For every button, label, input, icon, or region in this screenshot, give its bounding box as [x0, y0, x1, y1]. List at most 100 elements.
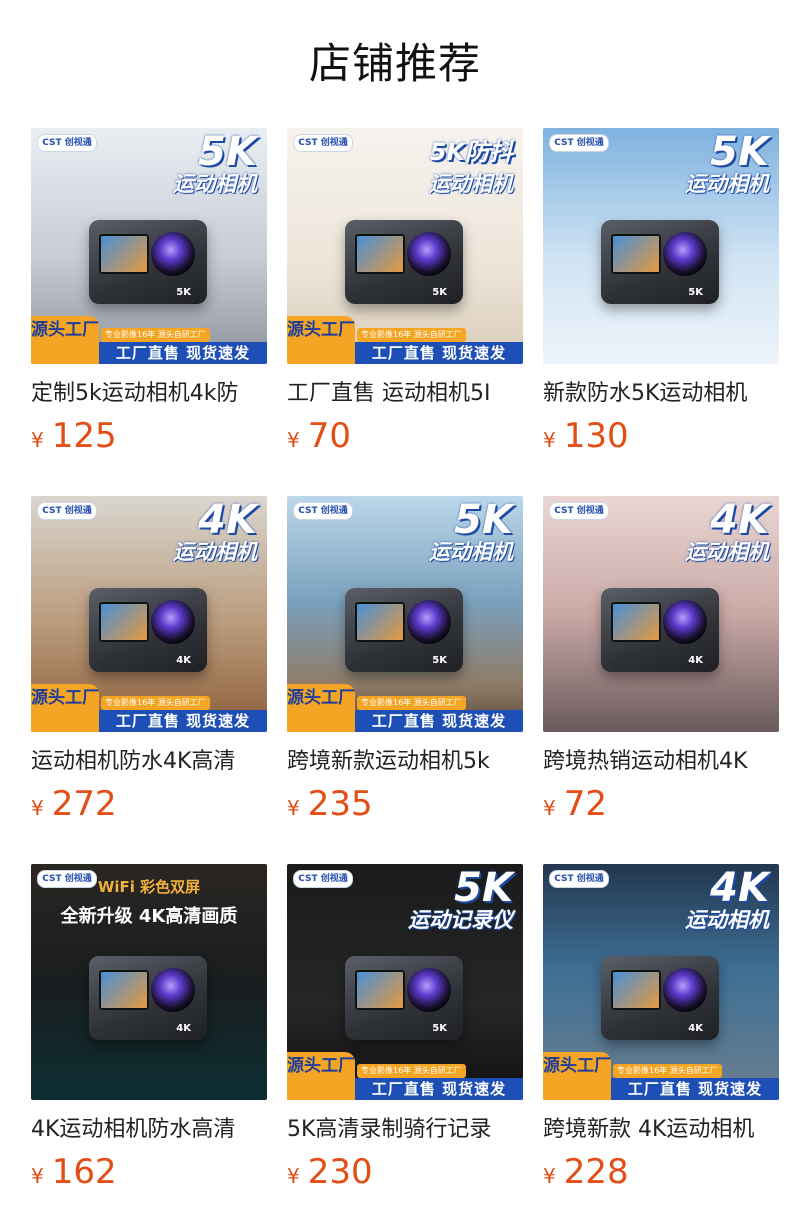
promo-tagline: 专业影像16年 源头自研工厂 [101, 696, 210, 710]
camera-resolution-mark: 5K [176, 287, 191, 298]
product-image[interactable]: CST 创视通 5K 运动相机 5K 源头工厂 专业影像16年 源头自研工厂 工厂直售 现货… [31, 128, 267, 364]
product-image[interactable]: CST 创视通 5K 运动记录仪 5K 源头工厂 专业影像16年 源头自研工厂 工厂直售 现… [287, 864, 523, 1100]
product-grid: CST 创视通 5K 运动相机 5K 源头工厂 专业影像16年 源头自研工厂 工厂直售 现货… [31, 128, 790, 1228]
price-value: 72 [563, 784, 607, 824]
product-card[interactable]: CST 创视通 5K 运动相机 5K 源头工厂 专业影像16年 源头自研工厂 工厂直售 现货… [287, 496, 524, 836]
price-value: 272 [51, 784, 117, 824]
product-name[interactable]: 5K高清录制骑行记录 [287, 1114, 523, 1146]
product-name[interactable]: 运动相机防水4K高清 [31, 746, 267, 778]
product-price: ¥70 [287, 416, 351, 456]
image-headline: 4K 运动相机 [685, 868, 769, 932]
camera-screen [99, 602, 149, 642]
product-name[interactable]: 跨境新款 4K运动相机 [543, 1114, 779, 1146]
product-card[interactable]: CST 创视通 4K 运动相机 4K 跨境热销运动相机4K ¥72 [543, 496, 780, 836]
headline-resolution: 5K [710, 129, 769, 175]
promo-tagline: 专业影像16年 源头自研工厂 [613, 1064, 722, 1078]
product-card[interactable]: CST 创视通 5K 运动相机 5K 源头工厂 专业影像16年 源头自研工厂 工厂直售 现货… [31, 128, 268, 468]
product-name[interactable]: 定制5k运动相机4k防 [31, 378, 267, 410]
product-card[interactable]: CST 创视通 5K 运动记录仪 5K 源头工厂 专业影像16年 源头自研工厂 工厂直售 现… [287, 864, 524, 1204]
brand-logo: CST 创视通 [37, 502, 97, 520]
product-image[interactable]: CST 创视通 5K防抖 运动相机 5K 源头工厂 专业影像16年 源头自研工厂 工厂直售 … [287, 128, 523, 364]
product-image[interactable]: CST 创视通 5K 运动相机 5K 源头工厂 专业影像16年 源头自研工厂 工厂直售 现货… [287, 496, 523, 732]
image-headline: 5K 运动相机 [685, 132, 769, 196]
price-value: 130 [563, 416, 629, 456]
headline-resolution: 4K [710, 865, 769, 911]
camera-screen [611, 970, 661, 1010]
product-image[interactable]: CST 创视通 4K 运动相机 4K 源头工厂 专业影像16年 源头自研工厂 工厂直售 现货… [543, 864, 779, 1100]
promo-banner: 工厂直售 现货速发 [99, 710, 267, 732]
headline-product: 运动记录仪 [408, 908, 513, 932]
promo-source-badge: 源头工厂 [543, 1052, 611, 1100]
product-price: ¥72 [543, 784, 607, 824]
section-title: 店铺推荐 [308, 39, 481, 88]
headline-resolution: 5K防抖 [429, 138, 513, 166]
camera-lens-icon [663, 232, 707, 276]
price-value: 162 [51, 1152, 117, 1192]
price-value: 230 [307, 1152, 373, 1192]
brand-logo: CST 创视通 [293, 134, 353, 152]
camera-resolution-mark: 4K [688, 1023, 703, 1034]
image-headline: 4K 运动相机 [685, 500, 769, 564]
headline-product: 运动相机 [429, 172, 513, 196]
product-card[interactable]: CST 创视通 WiFi 彩色双屏 全新升级 4K高清画质 4K 4K运动相机防水高清 ¥… [31, 864, 268, 1204]
camera-resolution-mark: 4K [688, 655, 703, 666]
headline-resolution: 5K [454, 497, 513, 543]
product-price: ¥125 [31, 416, 117, 456]
product-image[interactable]: CST 创视通 4K 运动相机 4K 源头工厂 专业影像16年 源头自研工厂 工厂直售 现货… [31, 496, 267, 732]
product-image[interactable]: CST 创视通 WiFi 彩色双屏 全新升级 4K高清画质 4K [31, 864, 267, 1100]
product-price: ¥272 [31, 784, 117, 824]
promo-banner: 工厂直售 现货速发 [611, 1078, 779, 1100]
product-name[interactable]: 跨境热销运动相机4K [543, 746, 779, 778]
product-price: ¥162 [31, 1152, 117, 1192]
camera-illustration: 4K [601, 956, 719, 1040]
product-price: ¥230 [287, 1152, 373, 1192]
camera-screen [99, 970, 149, 1010]
promo-banner: 工厂直售 现货速发 [355, 342, 523, 364]
store-recommendations-page: 店铺推荐 CST 创视通 5K 运动相机 5K 源头工厂 专业影像16年 源头自研工厂 工厂… [0, 0, 790, 1232]
promo-source-badge: 源头工厂 [287, 1052, 355, 1100]
product-name[interactable]: 跨境新款运动相机5k [287, 746, 523, 778]
image-headline: 4K 运动相机 [173, 500, 257, 564]
promo-tagline: 专业影像16年 源头自研工厂 [357, 1064, 466, 1078]
product-name[interactable]: 新款防水5K运动相机 [543, 378, 779, 410]
currency-symbol: ¥ [287, 428, 300, 452]
camera-illustration: 4K [89, 956, 207, 1040]
camera-lens-icon [663, 600, 707, 644]
headline-resolution: 5K [454, 865, 513, 911]
camera-lens-icon [151, 600, 195, 644]
camera-resolution-mark: 4K [176, 1023, 191, 1034]
product-image[interactable]: CST 创视通 5K 运动相机 5K [543, 128, 779, 364]
product-card[interactable]: CST 创视通 5K 运动相机 5K 新款防水5K运动相机 ¥130 [543, 128, 780, 468]
product-name[interactable]: 4K运动相机防水高清 [31, 1114, 267, 1146]
product-card[interactable]: CST 创视通 5K防抖 运动相机 5K 源头工厂 专业影像16年 源头自研工厂 工厂直售 … [287, 128, 524, 468]
product-price: ¥235 [287, 784, 373, 824]
currency-symbol: ¥ [543, 428, 556, 452]
headline-resolution: 5K [198, 129, 257, 175]
currency-symbol: ¥ [287, 1164, 300, 1188]
currency-symbol: ¥ [31, 796, 44, 820]
headline-resolution: 4K [198, 497, 257, 543]
camera-lens-icon [407, 232, 451, 276]
product-name[interactable]: 工厂直售 运动相机5I [287, 378, 523, 410]
image-headline: 5K 运动记录仪 [408, 868, 513, 932]
price-value: 70 [307, 416, 351, 456]
brand-logo: CST 创视通 [37, 134, 97, 152]
headline-product: 运动相机 [173, 540, 257, 564]
camera-illustration: 5K [89, 220, 207, 304]
camera-illustration: 4K [89, 588, 207, 672]
price-value: 125 [51, 416, 117, 456]
headline-product: 运动相机 [685, 540, 769, 564]
brand-logo: CST 创视通 [549, 870, 609, 888]
camera-resolution-mark: 5K [432, 655, 447, 666]
camera-lens-icon [151, 232, 195, 276]
promo-source-badge: 源头工厂 [31, 684, 99, 732]
product-card[interactable]: CST 创视通 4K 运动相机 4K 源头工厂 专业影像16年 源头自研工厂 工厂直售 现货… [543, 864, 780, 1204]
currency-symbol: ¥ [31, 428, 44, 452]
currency-symbol: ¥ [543, 1164, 556, 1188]
price-value: 235 [307, 784, 373, 824]
camera-illustration: 5K [345, 956, 463, 1040]
currency-symbol: ¥ [543, 796, 556, 820]
product-image[interactable]: CST 创视通 4K 运动相机 4K [543, 496, 779, 732]
promo-source-badge: 源头工厂 [287, 684, 355, 732]
product-card[interactable]: CST 创视通 4K 运动相机 4K 源头工厂 专业影像16年 源头自研工厂 工厂直售 现货… [31, 496, 268, 836]
